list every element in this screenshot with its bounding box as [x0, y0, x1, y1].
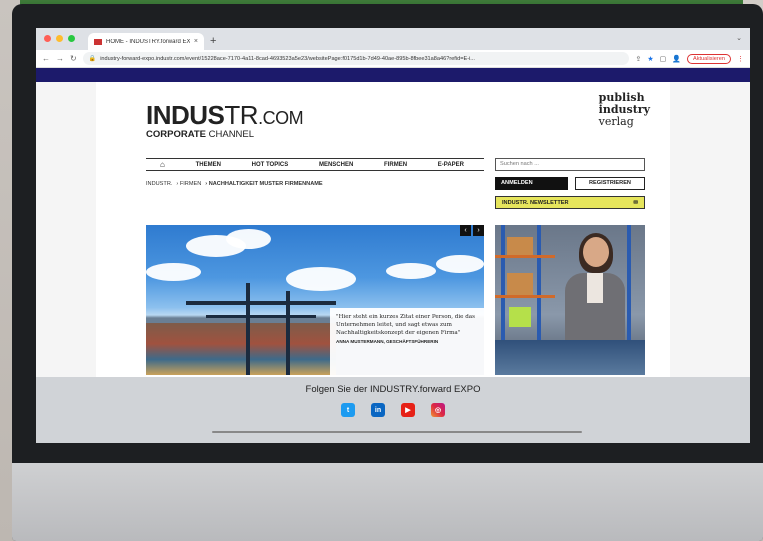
main-navigation: ⌂ THEMEN HOT TOPICS MENSCHEN FIRMEN E-PA… [146, 158, 484, 171]
crane-beam [186, 301, 336, 305]
bookmark-star-icon[interactable]: ★ [647, 55, 653, 63]
shelf-post [501, 225, 505, 340]
web-page: INDUSTR.COM CORPORATE CHANNEL publish in… [36, 82, 750, 443]
monitor-frame: HOME - INDUSTRY.forward EX × + ⌄ ← → ↻ 🔒… [12, 4, 763, 541]
social-links: t in ▶ ◎ [36, 403, 750, 417]
quote-box: "Hier steht ein kurzes Zitat einer Perso… [330, 308, 484, 375]
cloud-shape [146, 263, 201, 281]
newsletter-label: INDUSTR. NEWSLETTER [502, 199, 569, 206]
twitter-icon[interactable]: t [341, 403, 355, 417]
quote-author: ANNA MUSTERMANN, GESCHÄFTSFÜHRERIN [336, 339, 439, 344]
url-bar[interactable]: 🔒 industry-forward-expo.industr.com/even… [82, 52, 630, 65]
cloud-shape [226, 229, 271, 249]
instagram-icon[interactable]: ◎ [431, 403, 445, 417]
quote-text: "Hier steht ein kurzes Zitat einer Perso… [336, 314, 475, 336]
person-face [583, 237, 609, 267]
shelf-beam [495, 255, 555, 258]
monitor-chin [12, 463, 763, 541]
lock-icon: 🔒 [88, 56, 97, 62]
close-window-button[interactable] [44, 35, 51, 42]
browser-menu-icon[interactable]: ⋮ [737, 55, 744, 63]
nav-item-hot-topics[interactable]: HOT TOPICS [252, 162, 289, 168]
nav-item-firmen[interactable]: FIRMEN [384, 162, 407, 168]
publisher-line-3: verlag [598, 115, 634, 128]
tab-close-icon[interactable]: × [194, 38, 198, 45]
search-input[interactable]: Suchen nach ... [495, 158, 645, 171]
url-text: industry-forward-expo.industr.com/event/… [100, 55, 475, 62]
person-shirt [587, 273, 603, 303]
window-controls [44, 35, 75, 42]
breadcrumb-current: › NACHHALTIGKEIT MUSTER FIRMENNAME [205, 181, 323, 187]
secondary-image-strip [495, 340, 645, 375]
nav-item-e-paper[interactable]: E-PAPER [438, 162, 464, 168]
home-icon[interactable]: ⌂ [160, 160, 165, 169]
box-shape [507, 273, 533, 295]
box-shape [507, 237, 533, 255]
tab-title: HOME - INDUSTRY.forward EX [106, 38, 190, 45]
cloud-shape [286, 267, 356, 291]
update-button[interactable]: Aktualisieren [686, 53, 731, 64]
browser-tab-active[interactable]: HOME - INDUSTRY.forward EX × [88, 33, 204, 50]
breadcrumb-firmen[interactable]: › FIRMEN [176, 181, 201, 187]
site-top-strip [36, 68, 750, 82]
address-toolbar: ← → ↻ 🔒 industry-forward-expo.industr.co… [36, 50, 750, 68]
shelf-post [627, 225, 631, 340]
favicon-icon [94, 38, 102, 45]
new-tab-button[interactable]: + [210, 33, 216, 50]
shelf-beam [495, 295, 555, 298]
social-follow-bar: Folgen Sie der INDUSTRY.forward EXPO t i… [36, 377, 750, 443]
sidebar-toggle-icon[interactable]: ▢ [660, 55, 667, 63]
cloud-shape [386, 263, 436, 279]
nav-item-menschen[interactable]: MENSCHEN [319, 162, 353, 168]
linkedin-icon[interactable]: in [371, 403, 385, 417]
horizontal-scrollbar[interactable] [212, 431, 582, 433]
minimize-window-button[interactable] [56, 35, 63, 42]
tab-bar: HOME - INDUSTRY.forward EX × + ⌄ [36, 28, 750, 50]
browser-window: HOME - INDUSTRY.forward EX × + ⌄ ← → ↻ 🔒… [36, 28, 750, 443]
mail-icon: ✉ [633, 199, 638, 206]
publisher-logo[interactable]: publish industry verlag [599, 92, 650, 128]
logo-wordmark: INDUSTR.COM [146, 100, 304, 130]
youtube-icon[interactable]: ▶ [401, 403, 415, 417]
hero-image-slider[interactable]: ‹ › "Hier steht ein kurzes Zitat einer P… [146, 225, 484, 375]
back-icon[interactable]: ← [42, 54, 50, 63]
crane-beam [206, 315, 316, 318]
nav-item-themen[interactable]: THEMEN [196, 162, 221, 168]
follow-text: Folgen Sie der INDUSTRY.forward EXPO [305, 384, 481, 395]
breadcrumb-home[interactable]: INDUSTR. [146, 181, 172, 187]
crane-tower [286, 291, 290, 375]
port-containers [146, 323, 336, 375]
share-icon[interactable]: ⇪ [635, 55, 641, 63]
cloud-shape [436, 255, 484, 273]
reload-icon[interactable]: ↻ [70, 54, 77, 63]
site-logo[interactable]: INDUSTR.COM CORPORATE CHANNEL [146, 100, 304, 140]
breadcrumb: INDUSTR. › FIRMEN › NACHHALTIGKEIT MUSTE… [146, 181, 323, 187]
shelf-post [537, 225, 541, 340]
register-button[interactable]: REGISTRIEREN [575, 177, 645, 190]
portrait-image[interactable] [495, 225, 645, 375]
slider-next-button[interactable]: › [473, 225, 484, 236]
forward-icon[interactable]: → [56, 54, 64, 63]
crane-tower [246, 283, 250, 375]
slider-prev-button[interactable]: ‹ [460, 225, 471, 236]
tab-search-chevron-icon[interactable]: ⌄ [736, 34, 742, 42]
maximize-window-button[interactable] [68, 35, 75, 42]
newsletter-button[interactable]: INDUSTR. NEWSLETTER ✉ [495, 196, 645, 209]
login-button[interactable]: ANMELDEN [495, 177, 568, 190]
profile-icon[interactable]: 👤 [672, 55, 681, 63]
box-shape [509, 307, 531, 327]
